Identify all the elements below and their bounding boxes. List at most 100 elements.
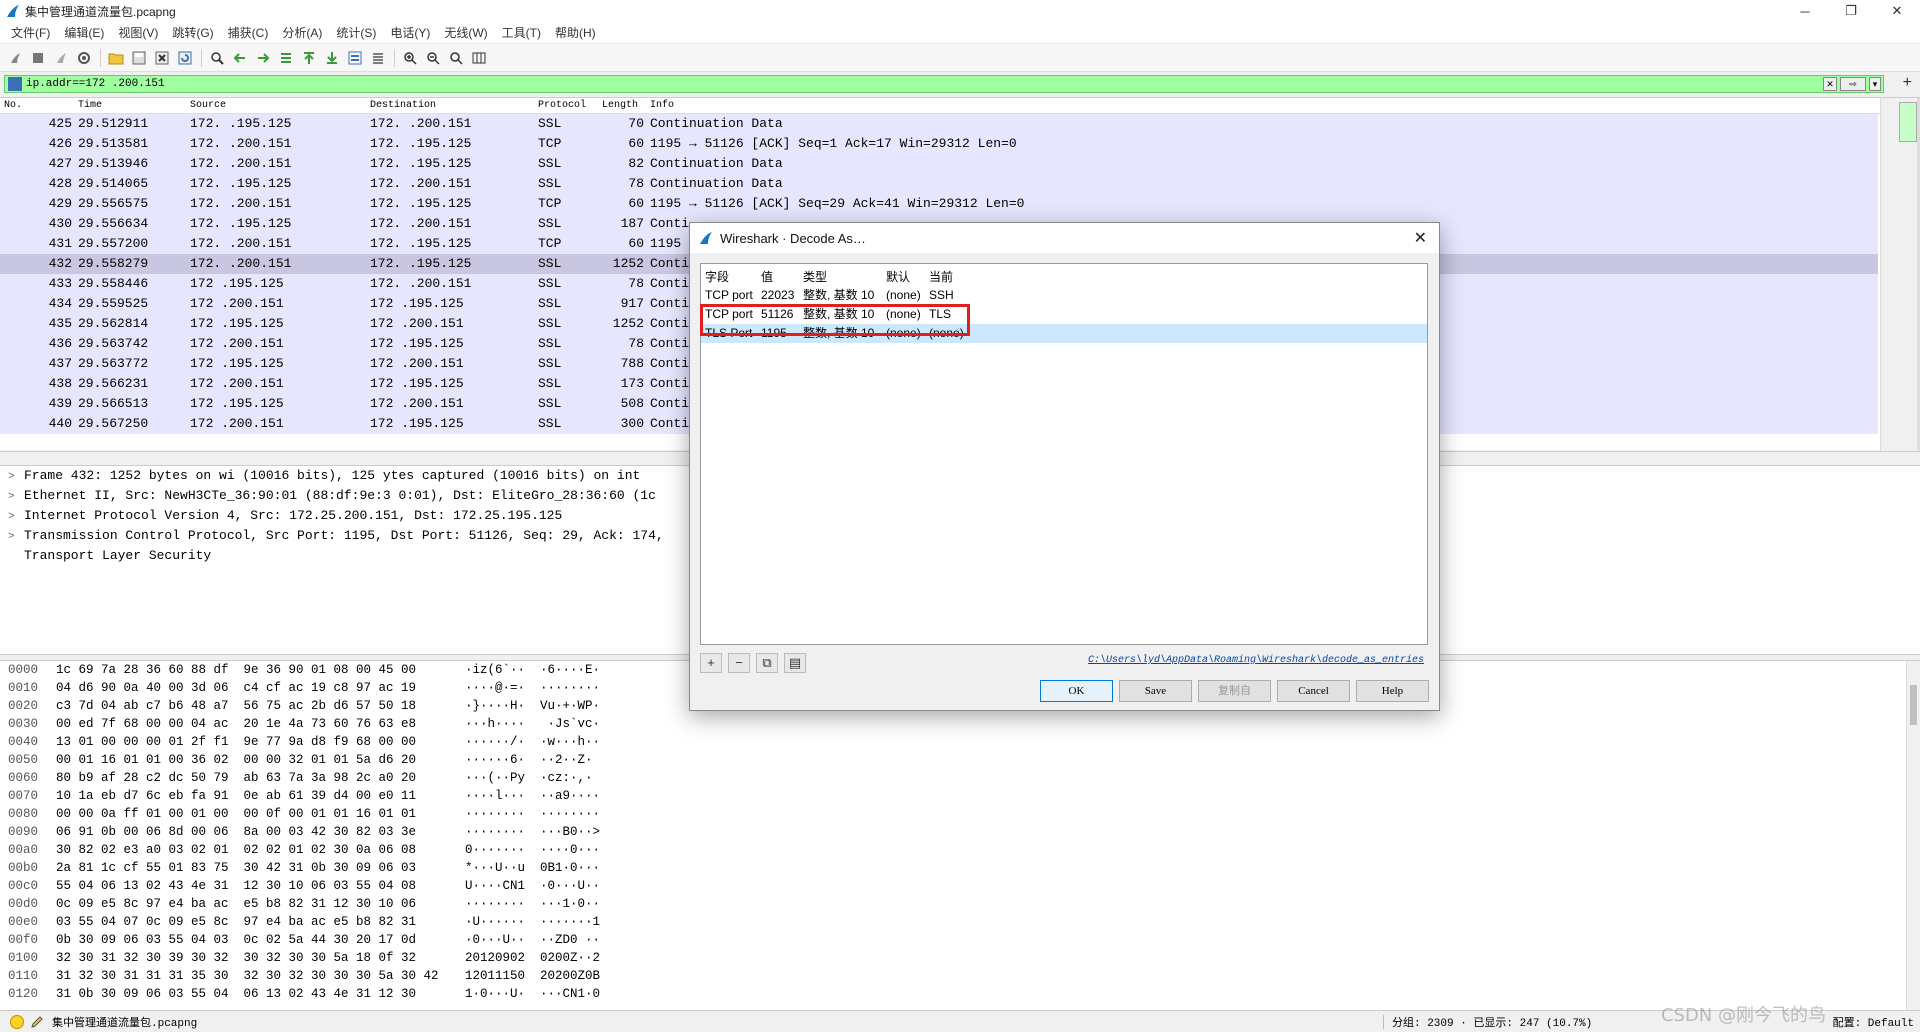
expert-info-icon[interactable] — [10, 1014, 24, 1029]
bytes-row[interactable]: 00f0 0b 30 09 06 03 55 04 03 0c 02 5a 44 … — [0, 931, 1920, 949]
bookmark-icon[interactable] — [8, 77, 22, 91]
menu-item[interactable]: 文件(F) — [4, 24, 57, 41]
decode-cell-type[interactable]: 整数, 基数 10 — [803, 286, 874, 305]
column-header-time[interactable]: Time — [78, 100, 102, 111]
bytes-row[interactable]: 00a0 30 82 02 e3 a0 03 02 01 02 02 01 02 … — [0, 841, 1920, 859]
menu-item[interactable]: 帮助(H) — [548, 24, 603, 41]
header-field[interactable]: 字段 — [705, 268, 729, 285]
expand-arrow-icon[interactable]: > — [8, 487, 24, 507]
header-current[interactable]: 当前 — [929, 268, 953, 285]
restart-capture-icon[interactable] — [50, 47, 72, 69]
decode-cell-current[interactable]: SSH — [929, 286, 954, 305]
clear-entries-icon[interactable]: ▤ — [784, 653, 806, 673]
open-file-icon[interactable] — [105, 47, 127, 69]
bytes-row[interactable]: 0070 10 1a eb d7 6c eb fa 91 0e ab 61 39 … — [0, 787, 1920, 805]
capture-comment-icon[interactable] — [30, 1015, 44, 1029]
add-entry-icon[interactable]: + — [700, 653, 722, 673]
bytes-row[interactable]: 0100 32 30 31 32 30 39 30 32 30 32 30 30 … — [0, 949, 1920, 967]
filter-dropdown-icon[interactable]: ▾ — [1869, 77, 1881, 91]
clear-filter-icon[interactable]: ✕ — [1823, 77, 1837, 91]
status-profile[interactable]: 配置: Default — [1833, 1014, 1914, 1030]
bytes-row[interactable]: 00b0 2a 81 1c cf 55 01 83 75 30 42 31 0b … — [0, 859, 1920, 877]
expand-arrow-icon[interactable]: > — [8, 507, 24, 527]
colorize-icon[interactable] — [367, 47, 389, 69]
packet-row[interactable]: 428 29.514065 172. .195.125 172. .200.151 SS… — [0, 174, 1878, 194]
menu-item[interactable]: 无线(W) — [437, 24, 494, 41]
menu-item[interactable]: 统计(S) — [329, 24, 383, 41]
close-window-button[interactable]: ✕ — [1874, 0, 1920, 22]
column-header-length[interactable]: Length — [602, 100, 638, 111]
reload-file-icon[interactable] — [174, 47, 196, 69]
copy-entry-icon[interactable]: ⧉ — [756, 653, 778, 673]
menu-item[interactable]: 跳转(G) — [165, 24, 220, 41]
zoom-out-icon[interactable] — [422, 47, 444, 69]
bytes-row[interactable]: 0090 06 91 0b 00 06 8d 00 06 8a 00 03 42 … — [0, 823, 1920, 841]
column-header-destination[interactable]: Destination — [370, 100, 436, 111]
add-filter-button-icon[interactable]: + — [1903, 74, 1912, 92]
find-packet-icon[interactable] — [206, 47, 228, 69]
go-back-icon[interactable] — [229, 47, 251, 69]
header-type[interactable]: 类型 — [803, 268, 827, 285]
apply-filter-button[interactable]: ⇨ — [1840, 77, 1866, 91]
bytes-row[interactable]: 0120 31 0b 30 09 06 03 55 04 06 13 02 43 … — [0, 985, 1920, 1003]
expand-arrow-icon[interactable]: > — [8, 527, 24, 547]
bytes-scrollbar[interactable] — [1906, 661, 1920, 1010]
bytes-row[interactable]: 0080 00 00 0a ff 01 00 01 00 00 0f 00 01 … — [0, 805, 1920, 823]
decode-cell-value[interactable]: 22023 — [761, 286, 794, 305]
stop-capture-icon[interactable] — [27, 47, 49, 69]
go-to-packet-icon[interactable] — [275, 47, 297, 69]
bytes-row[interactable]: 0040 13 01 00 00 00 01 2f f1 9e 77 9a d8 … — [0, 733, 1920, 751]
decode-cell-field[interactable]: TCP port — [705, 286, 753, 305]
packet-row[interactable]: 425 29.512911 172. .195.125 172. .200.151 SS… — [0, 114, 1878, 134]
bytes-row[interactable]: 00d0 0c 09 e5 8c 97 e4 ba ac e5 b8 82 31 … — [0, 895, 1920, 913]
header-default[interactable]: 默认 — [886, 268, 910, 285]
ok-button[interactable]: OK — [1040, 680, 1113, 702]
autoscroll-icon[interactable] — [344, 47, 366, 69]
column-header-protocol[interactable]: Protocol — [538, 100, 586, 111]
bytes-row[interactable]: 00c0 55 04 06 13 02 43 4e 31 12 30 10 06 … — [0, 877, 1920, 895]
decode-as-row[interactable]: TCP port 22023 整数, 基数 10 (none) SSH — [701, 286, 1427, 305]
resize-columns-icon[interactable] — [468, 47, 490, 69]
go-forward-icon[interactable] — [252, 47, 274, 69]
bytes-row[interactable]: 0110 31 32 30 31 31 31 35 30 32 30 32 30 … — [0, 967, 1920, 985]
zoom-in-icon[interactable] — [399, 47, 421, 69]
packet-minimap-thumb[interactable] — [1899, 102, 1917, 142]
save-file-icon[interactable] — [128, 47, 150, 69]
packet-list-scrollbar[interactable] — [1880, 98, 1920, 451]
restore-button[interactable]: ❐ — [1828, 0, 1874, 22]
cancel-button[interactable]: Cancel — [1277, 680, 1350, 702]
zoom-normal-icon[interactable] — [445, 47, 467, 69]
bytes-row[interactable]: 0030 00 ed 7f 68 00 00 04 ac 20 1e 4a 73 … — [0, 715, 1920, 733]
copy-from-button[interactable]: 复制自 — [1198, 680, 1271, 702]
bytes-row[interactable]: 0060 80 b9 af 28 c2 dc 50 79 ab 63 7a 3a … — [0, 769, 1920, 787]
menu-item[interactable]: 视图(V) — [111, 24, 165, 41]
column-header-info[interactable]: Info — [650, 100, 674, 111]
decode-cell-default[interactable]: (none) — [886, 286, 921, 305]
help-button[interactable]: Help — [1356, 680, 1429, 702]
packet-row[interactable]: 429 29.556575 172. .200.151 172. .195.125 TC… — [0, 194, 1878, 214]
last-packet-icon[interactable] — [321, 47, 343, 69]
header-value[interactable]: 值 — [761, 268, 773, 285]
remove-entry-icon[interactable]: − — [728, 653, 750, 673]
menu-item[interactable]: 编辑(E) — [57, 24, 111, 41]
bytes-row[interactable]: 0050 00 01 16 01 01 00 36 02 00 00 32 01 … — [0, 751, 1920, 769]
column-header-source[interactable]: Source — [190, 100, 226, 111]
dialog-close-icon[interactable]: ✕ — [1414, 228, 1427, 248]
menu-item[interactable]: 分析(A) — [275, 24, 329, 41]
close-file-icon[interactable] — [151, 47, 173, 69]
menu-item[interactable]: 电话(Y) — [383, 24, 437, 41]
menu-item[interactable]: 工具(T) — [495, 24, 548, 41]
save-button[interactable]: Save — [1119, 680, 1192, 702]
bytes-row[interactable]: 00e0 03 55 04 07 0c 09 e5 8c 97 e4 ba ac … — [0, 913, 1920, 931]
packet-row[interactable]: 427 29.513946 172. .200.151 172. .195.125 SS… — [0, 154, 1878, 174]
minimize-button[interactable]: ─ — [1782, 0, 1828, 22]
decode-as-path-link[interactable]: C:\Users\lyd\AppData\Roaming\Wireshark\d… — [1088, 655, 1424, 666]
packet-row[interactable]: 426 29.513581 172. .200.151 172. .195.125 TC… — [0, 134, 1878, 154]
menu-item[interactable]: 捕获(C) — [221, 24, 276, 41]
start-capture-icon[interactable] — [4, 47, 26, 69]
first-packet-icon[interactable] — [298, 47, 320, 69]
display-filter-input[interactable]: ip.addr==172 .200.151 ✕ ⇨ ▾ — [4, 75, 1884, 93]
expand-arrow-icon[interactable]: > — [8, 467, 24, 487]
capture-options-icon[interactable] — [73, 47, 95, 69]
column-header-no[interactable]: No. — [4, 100, 22, 111]
